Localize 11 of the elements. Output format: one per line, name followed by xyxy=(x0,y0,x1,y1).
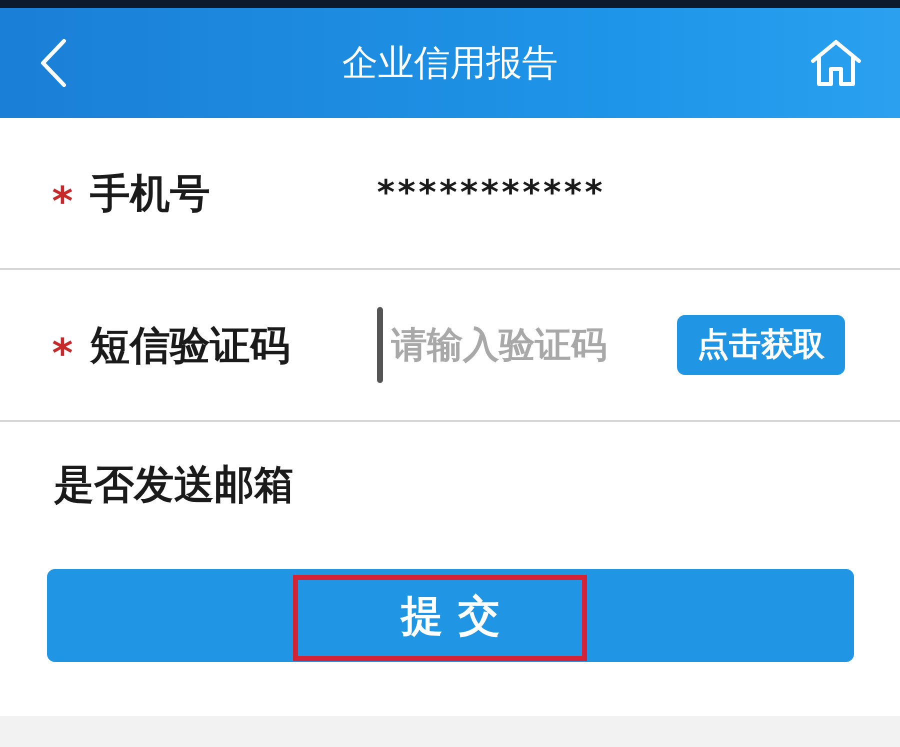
get-code-button[interactable]: 点击获取 xyxy=(677,315,845,375)
field-label: 是否发送邮箱 xyxy=(54,461,294,510)
home-icon[interactable] xyxy=(810,39,862,87)
field-label: 手机号 xyxy=(90,170,211,218)
field-label: 短信验证码 xyxy=(90,322,291,370)
required-asterisk: * xyxy=(52,331,74,377)
phone-value: *********** xyxy=(377,173,606,213)
submit-button[interactable]: 提 交 xyxy=(47,569,854,662)
page-title: 企业信用报告 xyxy=(341,42,559,86)
required-asterisk: * xyxy=(52,179,74,225)
back-icon[interactable] xyxy=(38,38,68,88)
